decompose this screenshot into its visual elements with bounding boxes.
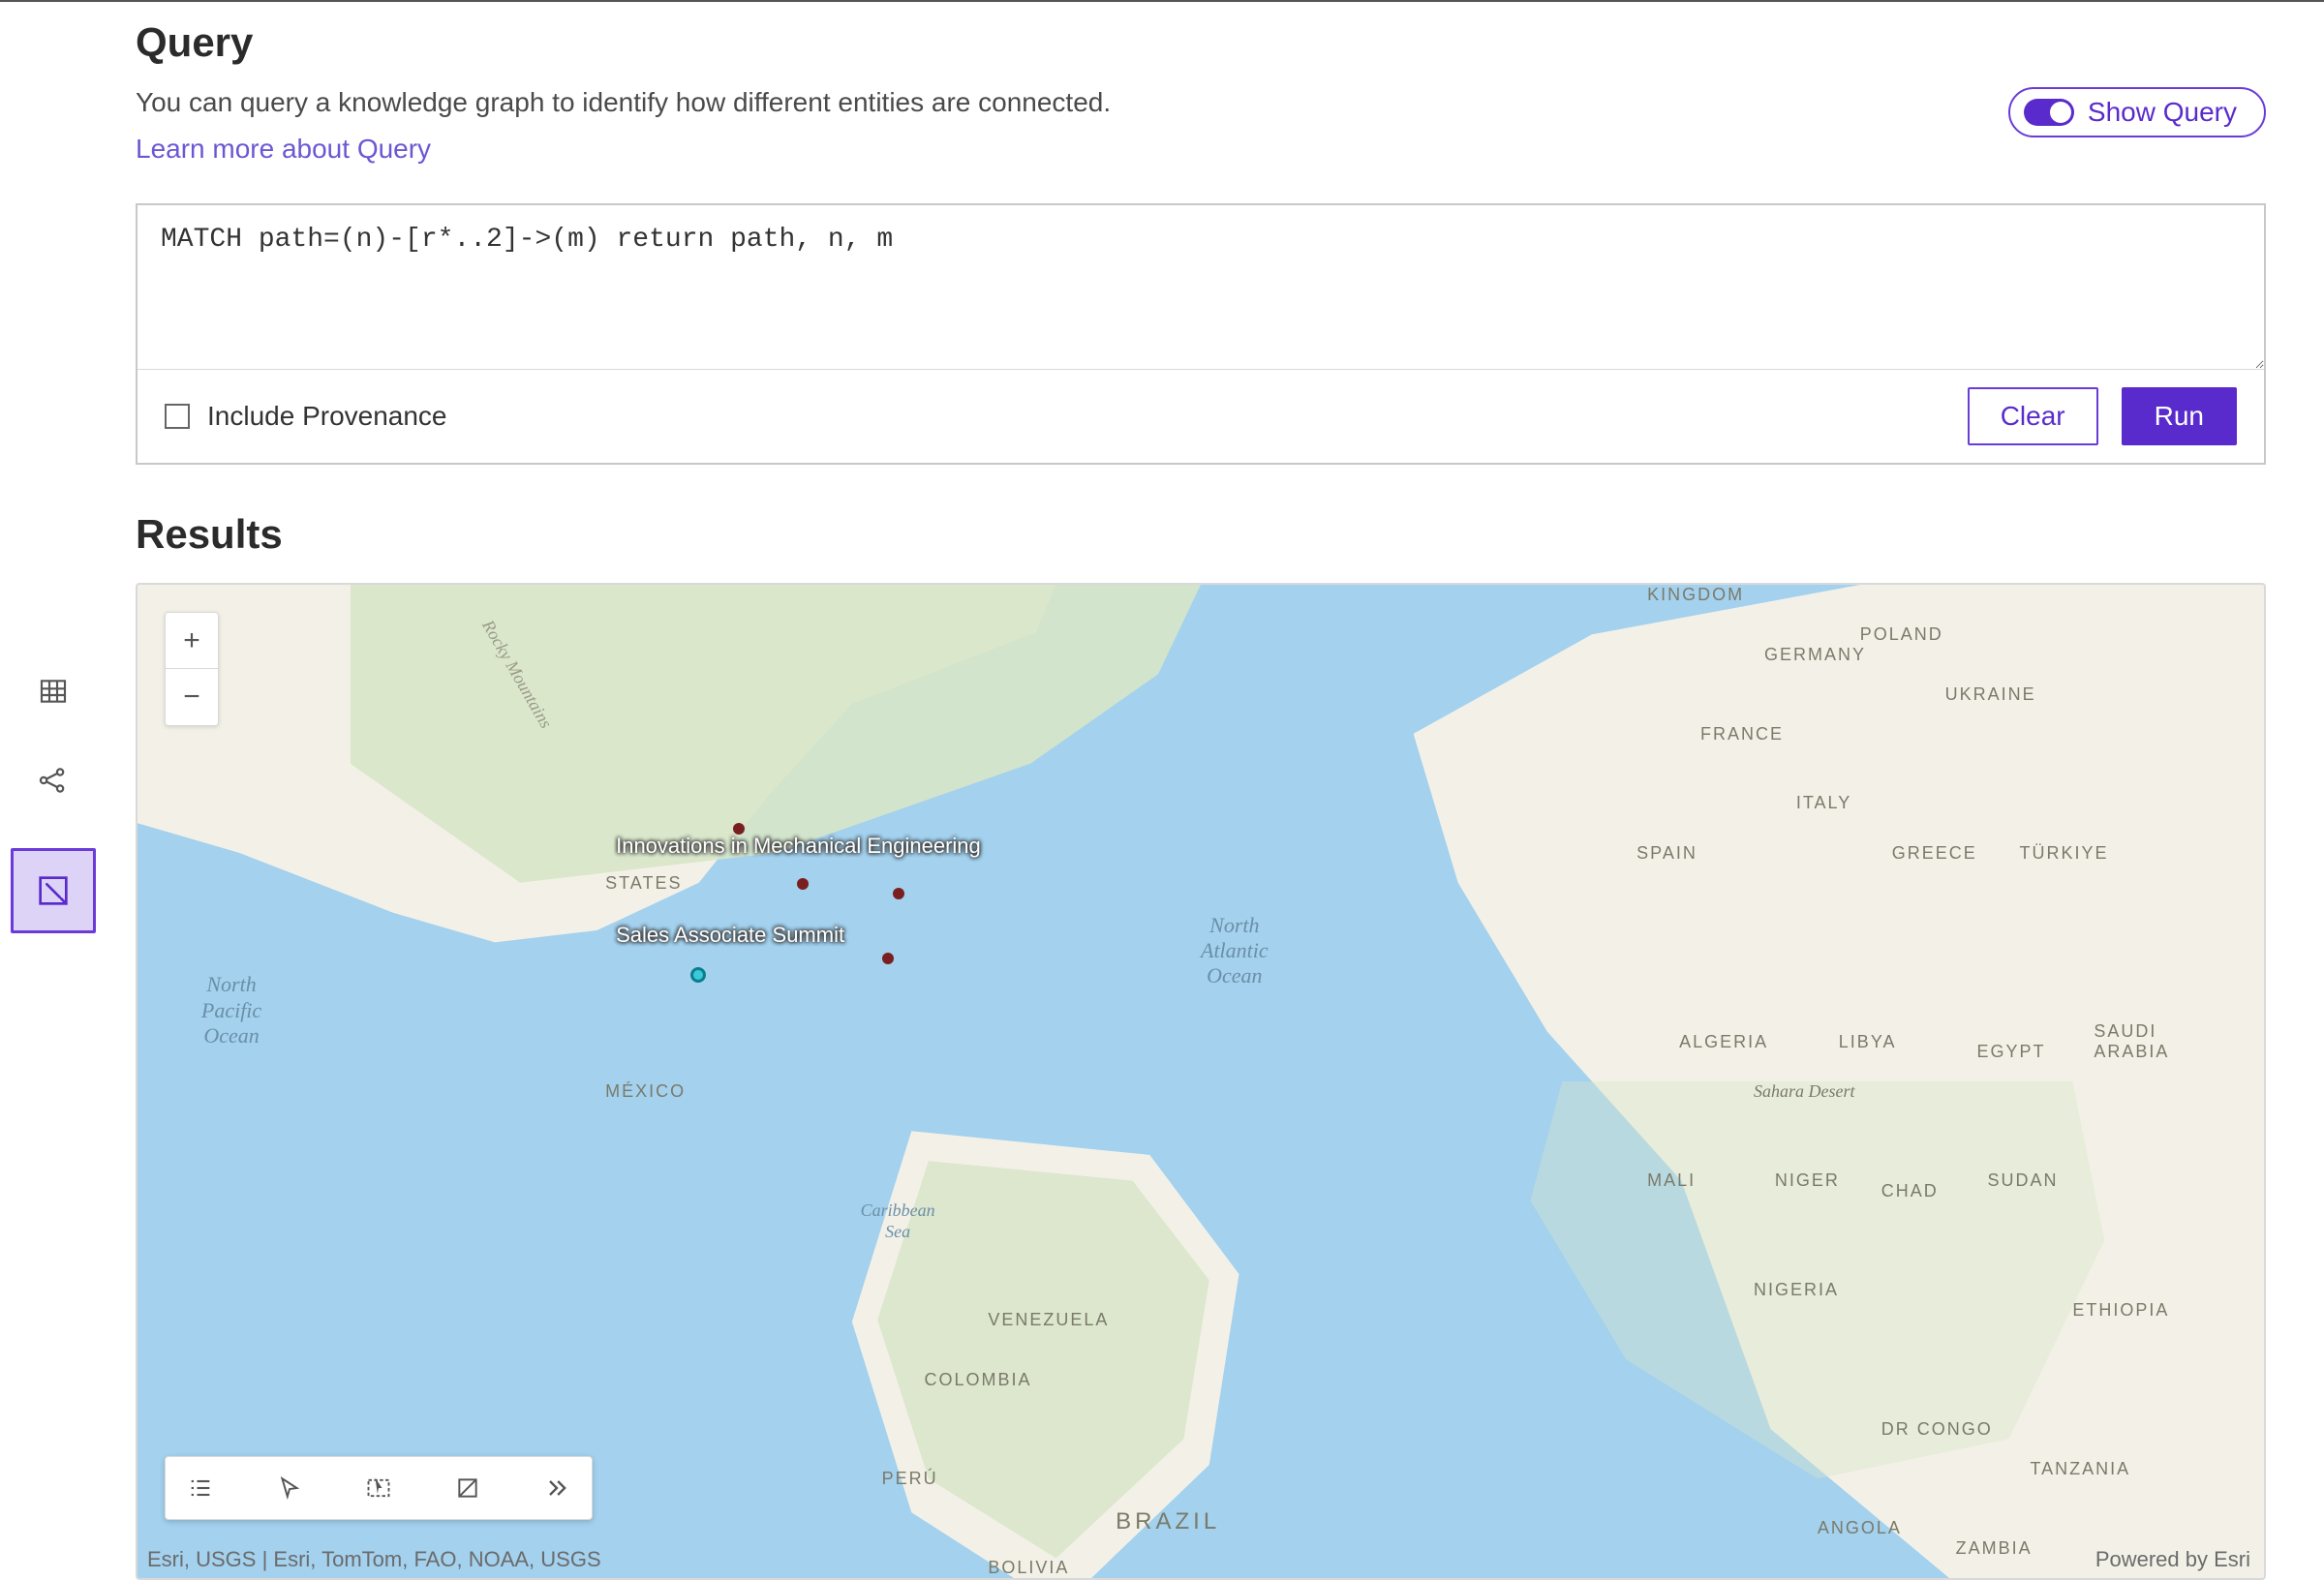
sidebar-item-graph[interactable] (32, 759, 75, 802)
run-button[interactable]: Run (2122, 387, 2237, 445)
map-powered-by: Powered by Esri (2095, 1547, 2250, 1572)
select-poly-button[interactable] (450, 1471, 485, 1505)
country-label: KINGDOM (1647, 585, 1744, 605)
graph-network-icon (37, 764, 70, 797)
zoom-in-button[interactable]: + (166, 613, 218, 669)
legend-icon (187, 1474, 214, 1502)
app-shell: Query You can query a knowledge graph to… (0, 0, 2324, 1580)
toggle-switch-icon (2024, 99, 2074, 126)
zoom-controls: + − (165, 612, 219, 726)
checkbox-icon (165, 404, 190, 429)
results-title: Results (136, 511, 2266, 558)
include-provenance-label: Include Provenance (207, 401, 447, 432)
map-point[interactable] (797, 878, 809, 890)
select-poly-icon (455, 1475, 480, 1501)
legend-button[interactable] (183, 1471, 218, 1505)
page-title: Query (136, 19, 2266, 66)
clear-button[interactable]: Clear (1968, 387, 2098, 445)
chevron-double-right-icon (543, 1474, 570, 1502)
query-actions: Include Provenance Clear Run (138, 370, 2264, 463)
map-canvas[interactable]: North Pacific OceanNorth Atlantic OceanC… (138, 585, 2264, 1578)
map-container: North Pacific OceanNorth Atlantic OceanC… (136, 583, 2266, 1580)
query-panel-icon (34, 871, 73, 910)
map-point[interactable] (690, 967, 706, 983)
map-toolbar (165, 1456, 593, 1520)
expand-button[interactable] (539, 1471, 574, 1505)
query-card: Include Provenance Clear Run (136, 203, 2266, 465)
pointer-icon (277, 1475, 302, 1501)
zoom-out-button[interactable]: − (166, 669, 218, 725)
show-query-toggle[interactable]: Show Query (2008, 87, 2266, 137)
subtitle-col: You can query a knowledge graph to ident… (136, 87, 1111, 203)
map-point[interactable] (882, 953, 894, 964)
country-label: MÉXICO (605, 1081, 686, 1102)
main-content: Query You can query a knowledge graph to… (107, 2, 2324, 1580)
learn-more-link[interactable]: Learn more about Query (136, 134, 431, 165)
table-icon (38, 676, 69, 707)
query-input[interactable] (138, 205, 2264, 370)
map-point[interactable] (893, 888, 904, 899)
ocean-label: North Atlantic Ocean (1201, 913, 1269, 989)
show-query-label: Show Query (2088, 97, 2237, 128)
sidebar (0, 2, 107, 1580)
sidebar-item-table[interactable] (32, 670, 75, 713)
sidebar-item-query[interactable] (11, 848, 96, 933)
pointer-button[interactable] (272, 1471, 307, 1505)
subtitle-row: You can query a knowledge graph to ident… (136, 87, 2266, 203)
map-attribution: Esri, USGS | Esri, TomTom, FAO, NOAA, US… (147, 1547, 601, 1572)
page-subtitle: You can query a knowledge graph to ident… (136, 87, 1111, 118)
ocean-label: North Pacific Ocean (201, 972, 261, 1048)
map-feature-label[interactable]: Sales Associate Summit (616, 923, 844, 948)
include-provenance-checkbox[interactable]: Include Provenance (165, 401, 447, 432)
select-rect-button[interactable] (361, 1471, 396, 1505)
select-rect-icon (365, 1474, 392, 1502)
